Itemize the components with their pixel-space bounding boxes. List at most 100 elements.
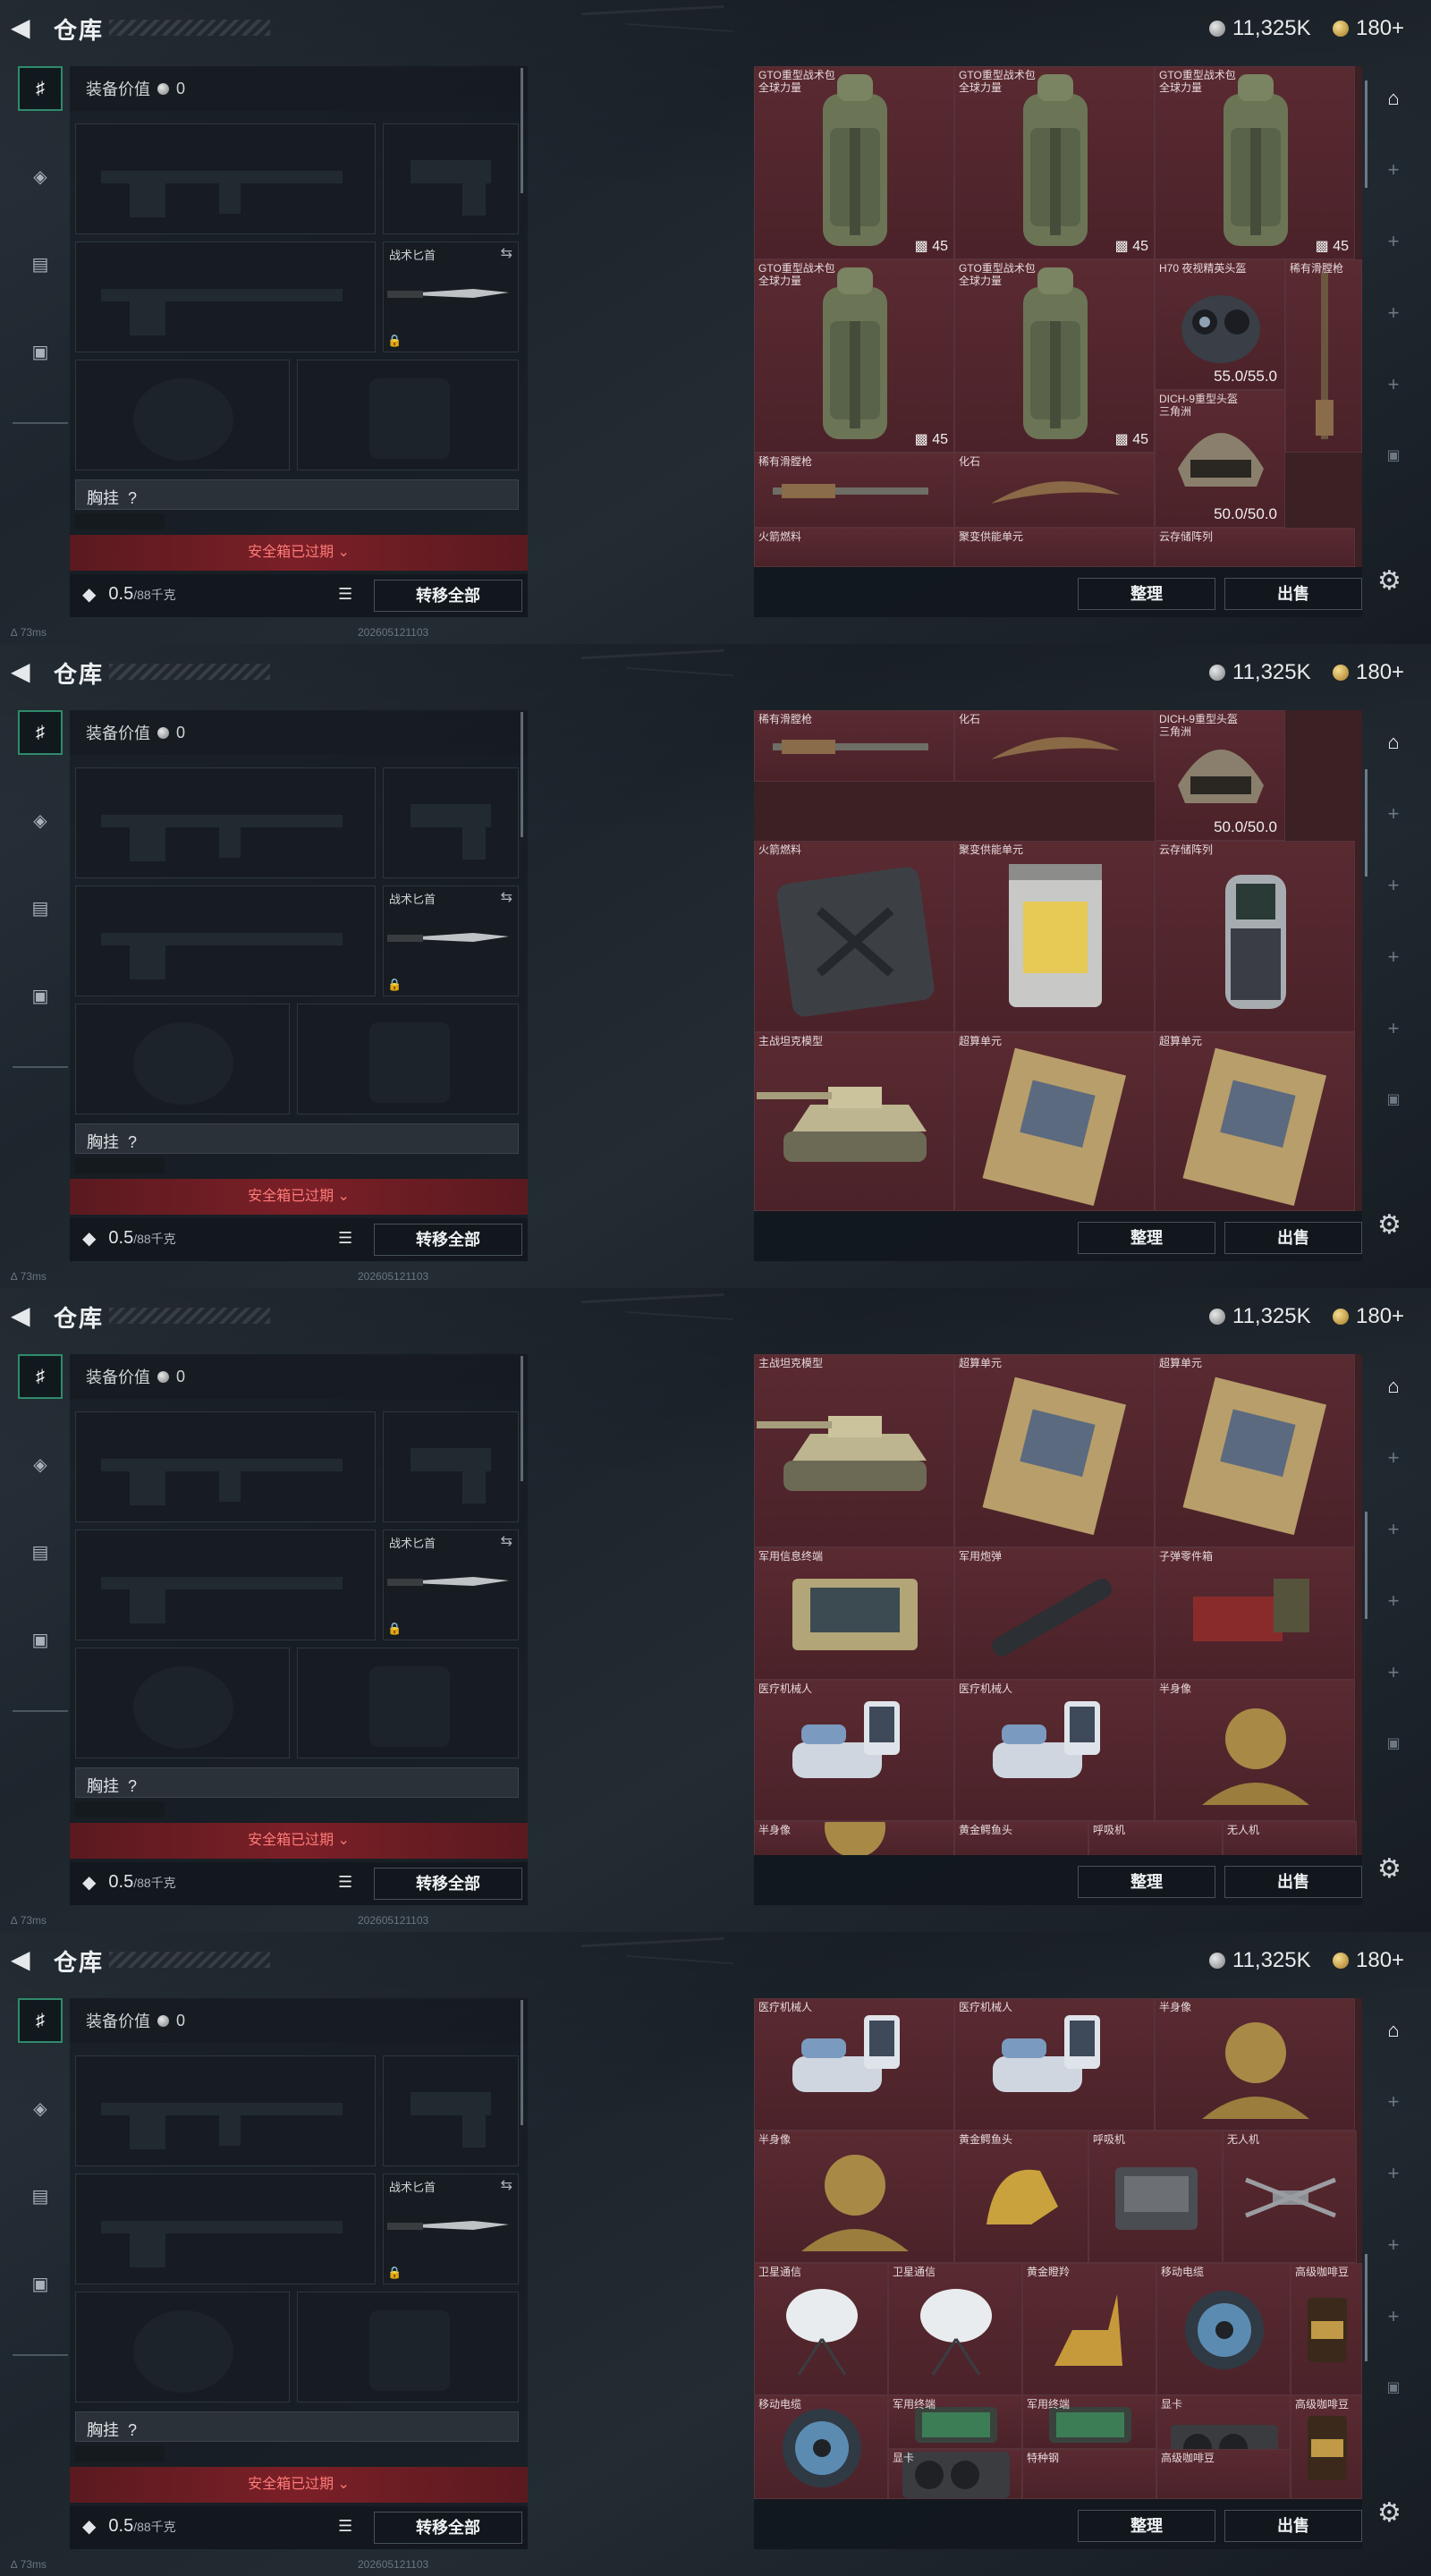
tab-badges[interactable]: ◈: [18, 2086, 63, 2131]
plus-icon[interactable]: +: [1379, 2088, 1408, 2116]
stash-item[interactable]: 显卡: [888, 2449, 1022, 2499]
stash-item[interactable]: 医疗机械人: [954, 1680, 1155, 1821]
plus-icon[interactable]: +: [1379, 800, 1408, 828]
plus-icon[interactable]: +: [1379, 1515, 1408, 1544]
primary-weapon-slot[interactable]: [75, 123, 376, 234]
secondary-weapon-slot[interactable]: [75, 1530, 376, 1640]
plus-icon[interactable]: +: [1379, 1587, 1408, 1615]
gold-currency[interactable]: 180+: [1333, 1948, 1404, 1973]
stash-item[interactable]: 稀有滑膛枪: [754, 710, 954, 782]
plus-icon[interactable]: +: [1379, 1658, 1408, 1687]
secondary-weapon-slot[interactable]: [75, 886, 376, 996]
list-icon[interactable]: ☰: [338, 2517, 360, 2538]
helmet-slot[interactable]: [75, 360, 290, 470]
chest-rig-slot[interactable]: 胸挂 ?: [75, 1123, 519, 1154]
helmet-slot[interactable]: [75, 1004, 290, 1114]
stash-item[interactable]: 军用终端: [1022, 2395, 1156, 2449]
stash-item[interactable]: 高级咖啡豆: [1156, 2449, 1291, 2499]
stash-item[interactable]: 半身像: [1155, 1998, 1355, 2131]
lock-icon[interactable]: ▣: [1379, 1086, 1408, 1114]
stash-item[interactable]: 云存储阵列: [1155, 841, 1355, 1032]
tab-cases[interactable]: ▣: [18, 1617, 63, 1662]
lock-icon[interactable]: ▣: [1379, 1730, 1408, 1758]
lock-icon[interactable]: ▣: [1379, 2374, 1408, 2402]
stash-item[interactable]: 高级咖啡豆: [1291, 2263, 1362, 2395]
back-arrow-icon[interactable]: ◀: [11, 13, 41, 43]
stash-item[interactable]: 黄金瞪羚: [1022, 2263, 1156, 2395]
gold-currency[interactable]: 180+: [1333, 660, 1404, 685]
stash-item[interactable]: GTO重型战术包 全球力量 ▩ 45: [954, 259, 1155, 453]
stash-scrollbar[interactable]: [1365, 1512, 1367, 1619]
list-icon[interactable]: ☰: [338, 1873, 360, 1894]
melee-slot[interactable]: 战术匕首 ⇆ 🔒: [383, 1530, 519, 1640]
tab-records[interactable]: ▤: [18, 2174, 63, 2218]
stash-scrollbar[interactable]: [1365, 80, 1367, 188]
stash-item[interactable]: 医疗机械人: [954, 1998, 1155, 2131]
stash-item[interactable]: 特种钢: [1022, 2449, 1156, 2499]
loadout-scrollbar[interactable]: [521, 1356, 523, 1481]
stash-item[interactable]: 医疗机械人: [754, 1680, 954, 1821]
melee-slot[interactable]: 战术匕首 ⇆ 🔒: [383, 2174, 519, 2284]
plus-icon[interactable]: +: [1379, 871, 1408, 900]
stash-item[interactable]: DICH-9重型头盔 三角洲 50.0/50.0: [1155, 390, 1285, 528]
stash-scrollbar[interactable]: [1365, 769, 1367, 877]
stash-item[interactable]: 稀有滑膛枪: [1285, 259, 1362, 453]
stash-item[interactable]: 军用终端: [888, 2395, 1022, 2449]
stash-item[interactable]: DICH-9重型头盔 三角洲 50.0/50.0: [1155, 710, 1285, 841]
stash-item[interactable]: 超算单元: [1155, 1032, 1355, 1211]
primary-weapon-slot[interactable]: [75, 767, 376, 878]
secondary-weapon-slot[interactable]: [75, 242, 376, 352]
transfer-all-button[interactable]: 转移全部: [374, 1868, 522, 1900]
helmet-slot[interactable]: [75, 2292, 290, 2402]
secure-case-expired-banner[interactable]: 安全箱已过期 ⌄: [70, 535, 528, 571]
plus-icon[interactable]: +: [1379, 370, 1408, 399]
tab-weapons[interactable]: ♯: [18, 1998, 63, 2043]
stash-item[interactable]: H70 夜视精英头盔 55.0/55.0: [1155, 259, 1285, 390]
stash-item[interactable]: 火箭燃料: [754, 528, 954, 567]
gold-currency[interactable]: 180+: [1333, 16, 1404, 41]
chest-rig-slot[interactable]: 胸挂 ?: [75, 479, 519, 510]
back-arrow-icon[interactable]: ◀: [11, 1945, 41, 1975]
list-icon[interactable]: ☰: [338, 1229, 360, 1250]
loadout-scrollbar[interactable]: [521, 68, 523, 193]
stash-item[interactable]: 卫星通信: [888, 2263, 1022, 2395]
chest-rig-slot[interactable]: 胸挂 ?: [75, 2411, 519, 2442]
tab-badges[interactable]: ◈: [18, 798, 63, 843]
back-arrow-icon[interactable]: ◀: [11, 1301, 41, 1331]
sort-button[interactable]: 整理: [1078, 578, 1215, 610]
stash-item[interactable]: GTO重型战术包 全球力量 ▩ 45: [1155, 66, 1355, 259]
stash-item[interactable]: 半身像: [754, 1821, 954, 1855]
sort-button[interactable]: 整理: [1078, 1222, 1215, 1254]
plus-icon[interactable]: +: [1379, 1014, 1408, 1043]
tab-records[interactable]: ▤: [18, 1530, 63, 1574]
stash-item[interactable]: 移动电缆: [754, 2395, 888, 2499]
sell-button[interactable]: 出售: [1224, 578, 1362, 610]
stash-item[interactable]: 黄金鳄鱼头: [954, 2131, 1088, 2263]
stash-icon[interactable]: ⌂: [1379, 84, 1408, 113]
sell-button[interactable]: 出售: [1224, 1866, 1362, 1898]
secure-case-expired-banner[interactable]: 安全箱已过期 ⌄: [70, 1823, 528, 1859]
list-icon[interactable]: ☰: [338, 585, 360, 606]
primary-weapon-slot[interactable]: [75, 2055, 376, 2166]
tab-badges[interactable]: ◈: [18, 154, 63, 199]
stash-item[interactable]: GTO重型战术包 全球力量 ▩ 45: [954, 66, 1155, 259]
stash-item[interactable]: 无人机: [1223, 1821, 1357, 1855]
sort-button[interactable]: 整理: [1078, 1866, 1215, 1898]
armor-slot[interactable]: [297, 360, 519, 470]
secure-case-expired-banner[interactable]: 安全箱已过期 ⌄: [70, 1179, 528, 1215]
plus-icon[interactable]: +: [1379, 2302, 1408, 2331]
loadout-scrollbar[interactable]: [521, 712, 523, 837]
stash-item[interactable]: 医疗机械人: [754, 1998, 954, 2131]
stash-item[interactable]: 黄金鳄鱼头: [954, 1821, 1088, 1855]
stash-item[interactable]: 超算单元: [954, 1354, 1155, 1547]
plus-icon[interactable]: +: [1379, 1444, 1408, 1472]
sidearm-slot[interactable]: [383, 1411, 519, 1522]
plus-icon[interactable]: +: [1379, 156, 1408, 184]
melee-slot[interactable]: 战术匕首 ⇆ 🔒: [383, 886, 519, 996]
sidearm-slot[interactable]: [383, 2055, 519, 2166]
stash-item[interactable]: 移动电缆: [1156, 2263, 1291, 2395]
stash-item[interactable]: 子弹零件箱: [1155, 1547, 1355, 1680]
armor-slot[interactable]: [297, 2292, 519, 2402]
chest-rig-slot[interactable]: 胸挂 ?: [75, 1767, 519, 1798]
tab-badges[interactable]: ◈: [18, 1442, 63, 1487]
